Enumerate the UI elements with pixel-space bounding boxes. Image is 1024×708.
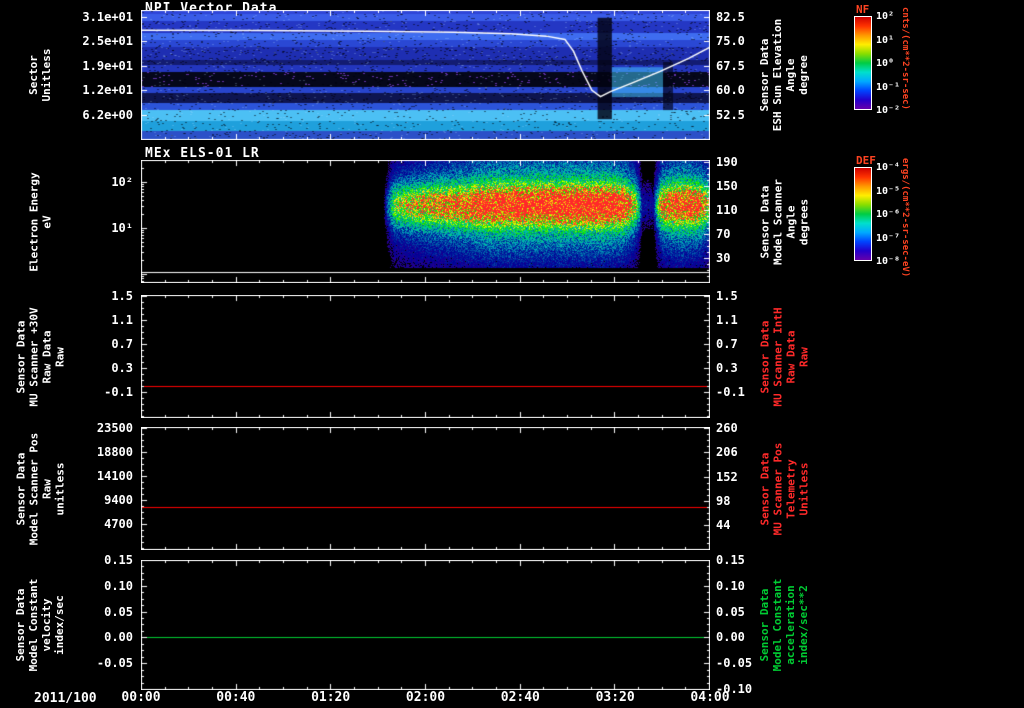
nf-colorbar-tick-label: 10⁻² — [876, 105, 901, 116]
def-colorbar-tick-label: 10⁻⁸ — [876, 256, 901, 267]
mu-scanner-30v-raw-right-tick-label: -0.1 — [716, 385, 745, 400]
model-constant-velocity-right-axis-label: Sensor Data Model Constant acceleration ind… — [758, 578, 810, 672]
def-colorbar-tick-label: 10⁻⁴ — [876, 162, 901, 173]
npi-vector-data-left-axis-label: Sector Unitless — [27, 48, 53, 102]
mu-scanner-30v-raw-left-tick-label: 1.1 — [111, 313, 133, 328]
npi-vector-data-right-tick-label: 75.0 — [716, 34, 745, 49]
model-constant-velocity-left-tick-label: 0.05 — [104, 604, 133, 619]
mu-scanner-30v-raw-left-tick-label: -0.1 — [104, 385, 133, 400]
model-constant-velocity-left-axis-label: Sensor Data Model Constant velocity index/s… — [14, 578, 66, 672]
npi-vector-data-left-tick-label: 6.2e+00 — [82, 107, 133, 122]
def-colorbar-tick-label: 10⁻⁵ — [876, 185, 901, 197]
model-constant-velocity-right-tick-label: -0.05 — [716, 656, 753, 671]
mu-scanner-30v-raw-right-tick-label: 0.7 — [716, 337, 738, 352]
els-spectrogram-canvas — [141, 160, 710, 283]
x-tick-label: 00:00 — [121, 690, 161, 705]
model-scanner-pos-raw-left-tick-label: 14100 — [96, 468, 133, 483]
x-tick-label: 03:20 — [595, 690, 635, 705]
x-tick-label: 00:40 — [216, 690, 256, 705]
mex-els-01-lr-right-tick-label: 30 — [716, 250, 731, 265]
npi-spectrogram-canvas — [141, 10, 710, 140]
model-constant-velocity-left-tick-label: -0.05 — [96, 656, 133, 671]
def-colorbar-tick-label: 10⁻⁷ — [876, 232, 901, 244]
mex-els-01-lr-right-tick-label: 150 — [716, 178, 738, 193]
mex-els-01-lr-right-tick-label: 110 — [716, 202, 738, 217]
model-constant-velocity-right-tick-label: 0.10 — [716, 578, 745, 593]
mex-els-01-lr-right-tick-label: 70 — [716, 226, 731, 241]
mex-els-01-lr-right-axis-label: Sensor Data Model Scanner Angle degrees — [758, 178, 810, 265]
mu-scanner-30v-raw-right-tick-label: 1.5 — [716, 289, 738, 304]
model-scanner-pos-raw-left-tick-label: 9400 — [104, 492, 133, 507]
npi-vector-data-right-tick-label: 60.0 — [716, 83, 745, 98]
mex-els-01-lr-right-tick-label: 190 — [716, 154, 738, 169]
mex-els-01-lr-left-tick-label: 10¹ — [111, 220, 133, 235]
model-scanner-pos-raw-left-tick-label: 4700 — [104, 516, 133, 531]
npi-vector-data-left-tick-label: 1.2e+01 — [82, 83, 133, 98]
model-constant-velocity-left-tick-label: 0.15 — [104, 553, 133, 567]
panel2-title: MEx ELS-01 LR — [145, 146, 260, 161]
npi-vector-data-right-tick-label: 67.5 — [716, 58, 745, 73]
model-scanner-pos-raw-right-tick-label: 206 — [716, 445, 738, 460]
model-constant-velocity-right-tick-label: 0.00 — [716, 630, 745, 645]
model-scanner-pos-raw-left-axis-label: Sensor Data Model Scanner Pos Raw unitless — [14, 432, 66, 545]
model-scanner-pos-raw-right-tick-label: 98 — [716, 493, 731, 508]
mex-els-01-lr-left-axis-label: Electron Energy eV — [27, 171, 53, 272]
mex-els-01-lr-left-tick-label: 10² — [111, 174, 133, 189]
nf-colorbar-tick-label: 10⁻¹ — [876, 81, 901, 93]
model-scanner-pos-raw-left-tick-label: 18800 — [96, 445, 133, 459]
nf-colorbar-tick-label: 10² — [876, 11, 895, 22]
nf-colorbar-units: cnts/(cm**2-sr-sec) — [900, 7, 910, 110]
x-tick-label: 02:00 — [405, 690, 446, 705]
model-constant-velocity-plot-canvas — [141, 560, 710, 690]
model-scanner-pos-raw-right-tick-label: 44 — [716, 517, 731, 532]
model-scanner-pos-raw-right-axis-label: Sensor Data MU Scanner Pos Telemetry Unitle… — [758, 442, 810, 535]
model-scanner-pos-raw-right-tick-label: 152 — [716, 469, 738, 484]
def-colorbar-tick-label: 10⁻⁶ — [876, 209, 901, 220]
mu-scanner-30v-raw-right-tick-label: 0.3 — [716, 361, 738, 376]
model-constant-velocity-left-tick-label: 0.00 — [104, 630, 133, 645]
mu-scanner-30v-raw-right-tick-label: 1.1 — [716, 313, 738, 328]
npi-vector-data-right-tick-label: 82.5 — [716, 9, 745, 24]
mu-scanner-30v-raw-left-tick-label: 1.5 — [111, 289, 133, 304]
npi-vector-data-left-tick-label: 3.1e+01 — [82, 9, 133, 24]
model-constant-velocity-left-tick-label: 0.10 — [104, 578, 133, 593]
nf-colorbar-title: NF — [856, 3, 870, 16]
x-axis-date-label: 2011/100 — [34, 691, 97, 706]
npi-vector-data-right-axis-label: Sensor Data ESH Sun Elevation Angle degree — [758, 18, 810, 132]
science-plot-window: NPI Vector Data MEx ELS-01 LR 3.1e+01 2.5… — [0, 0, 1024, 708]
nf-colorbar-tick-label: 10¹ — [876, 34, 895, 46]
mu-scanner-30v-raw-right-axis-label: Sensor Data MU Scanner IntH Raw Data Raw — [758, 306, 810, 407]
npi-vector-data-right-tick-label: 52.5 — [716, 107, 745, 122]
x-tick-label: 04:00 — [690, 690, 730, 705]
def-colorbar-title: DEF — [856, 154, 876, 167]
def-colorbar-gradient — [854, 167, 872, 261]
mu-scanner-30v-plot-canvas — [141, 295, 710, 418]
mu-scanner-30v-raw-left-axis-label: Sensor Data MU Scanner +30V Raw Data Raw — [14, 306, 66, 407]
model-scanner-pos-plot-canvas — [141, 427, 710, 550]
def-colorbar-units: ergs/(cm**2-sr-sec-eV) — [900, 158, 910, 278]
model-constant-velocity-right-tick-label: 0.05 — [716, 604, 745, 619]
x-tick-label: 02:40 — [500, 690, 540, 705]
model-scanner-pos-raw-left-tick-label: 23500 — [96, 421, 133, 435]
model-scanner-pos-raw-right-tick-label: 260 — [716, 421, 738, 436]
nf-colorbar-tick-label: 10⁰ — [876, 58, 895, 69]
nf-colorbar-gradient — [854, 16, 872, 110]
npi-vector-data-left-tick-label: 1.9e+01 — [82, 58, 133, 73]
mu-scanner-30v-raw-left-tick-label: 0.3 — [111, 361, 133, 376]
model-constant-velocity-right-tick-label: 0.15 — [716, 553, 745, 567]
npi-vector-data-left-tick-label: 2.5e+01 — [82, 34, 133, 49]
x-tick-label: 01:20 — [311, 690, 351, 705]
mu-scanner-30v-raw-left-tick-label: 0.7 — [111, 337, 133, 352]
